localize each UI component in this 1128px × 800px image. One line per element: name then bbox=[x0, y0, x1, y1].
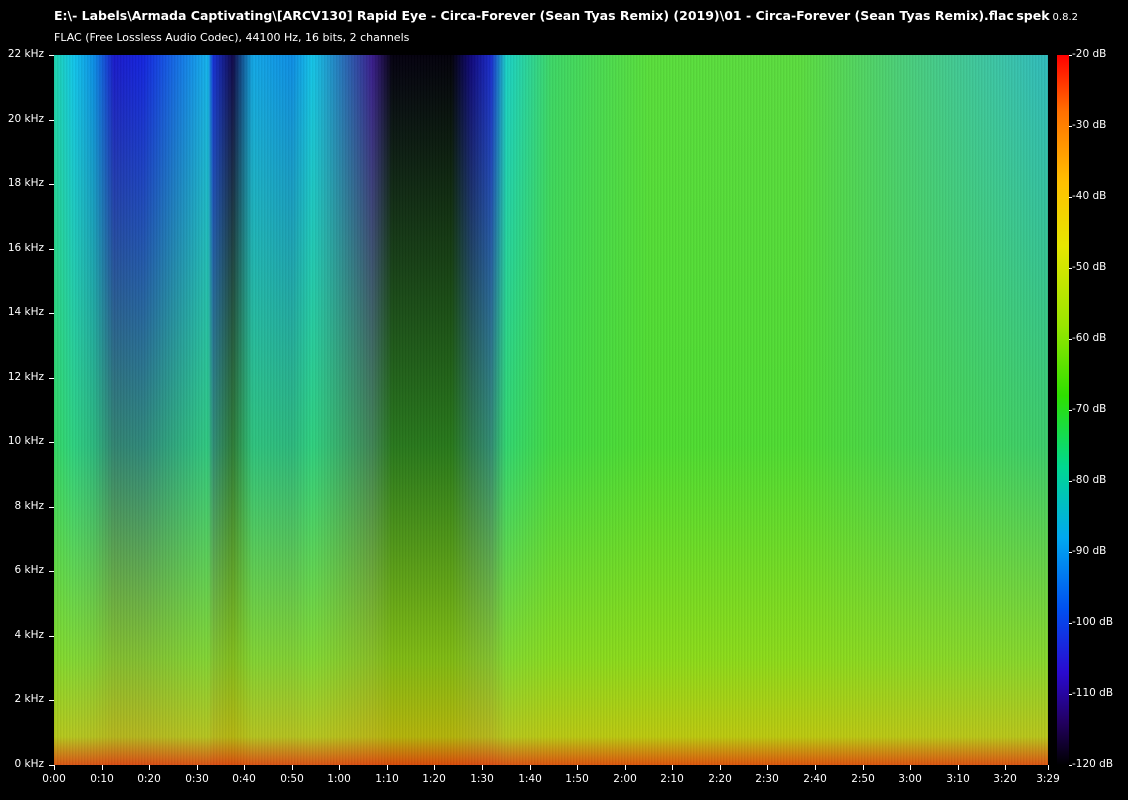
frequency-tick bbox=[49, 249, 54, 250]
file-info-label: FLAC (Free Lossless Audio Codec), 44100 … bbox=[54, 31, 410, 44]
time-tick bbox=[1005, 765, 1006, 770]
frequency-tick bbox=[49, 636, 54, 637]
frequency-tick-label: 18 kHz bbox=[7, 177, 44, 189]
frequency-tick bbox=[49, 442, 54, 443]
time-tick-label: 2:50 bbox=[851, 773, 875, 785]
time-tick bbox=[910, 765, 911, 770]
time-tick-label: 2:30 bbox=[755, 773, 779, 785]
level-tick-label: -80 dB bbox=[1072, 474, 1107, 486]
level-tick-label: -50 dB bbox=[1072, 261, 1107, 273]
frequency-tick bbox=[49, 700, 54, 701]
time-tick-label: 0:40 bbox=[232, 773, 256, 785]
time-tick bbox=[292, 765, 293, 770]
frequency-tick bbox=[49, 184, 54, 185]
time-tick-label: 3:29 bbox=[1036, 773, 1060, 785]
time-tick bbox=[767, 765, 768, 770]
frequency-tick-label: 16 kHz bbox=[7, 242, 44, 254]
level-tick-label: -120 dB bbox=[1072, 758, 1114, 770]
time-tick bbox=[387, 765, 388, 770]
time-tick-label: 2:40 bbox=[803, 773, 827, 785]
time-tick bbox=[530, 765, 531, 770]
time-tick-label: 0:50 bbox=[280, 773, 304, 785]
frequency-tick-label: 14 kHz bbox=[7, 306, 44, 318]
level-tick-label: -30 dB bbox=[1072, 119, 1107, 131]
time-tick-label: 0:00 bbox=[42, 773, 66, 785]
frequency-tick bbox=[49, 378, 54, 379]
frequency-tick-label: 22 kHz bbox=[7, 48, 44, 60]
time-tick-label: 1:10 bbox=[375, 773, 399, 785]
time-tick bbox=[54, 765, 55, 770]
time-tick bbox=[482, 765, 483, 770]
time-tick bbox=[149, 765, 150, 770]
time-tick bbox=[339, 765, 340, 770]
time-tick-label: 1:20 bbox=[422, 773, 446, 785]
time-tick-label: 1:40 bbox=[518, 773, 542, 785]
frequency-tick-label: 0 kHz bbox=[14, 758, 44, 770]
frequency-tick-label: 2 kHz bbox=[14, 693, 44, 705]
frequency-tick-label: 12 kHz bbox=[7, 371, 44, 383]
time-tick bbox=[625, 765, 626, 770]
time-tick-label: 3:00 bbox=[898, 773, 922, 785]
level-tick-label: -100 dB bbox=[1072, 616, 1114, 628]
time-tick-label: 1:00 bbox=[327, 773, 351, 785]
frequency-tick-label: 6 kHz bbox=[14, 564, 44, 576]
time-tick bbox=[720, 765, 721, 770]
time-tick bbox=[434, 765, 435, 770]
time-tick-label: 2:20 bbox=[708, 773, 732, 785]
frequency-tick bbox=[49, 120, 54, 121]
frequency-tick-label: 10 kHz bbox=[7, 435, 44, 447]
app-name: spek bbox=[1016, 8, 1050, 23]
file-path-title: E:\- Labels\Armada Captivating\[ARCV130]… bbox=[54, 8, 1014, 23]
time-tick-label: 0:30 bbox=[185, 773, 209, 785]
time-tick-label: 0:10 bbox=[90, 773, 114, 785]
time-tick-label: 2:00 bbox=[613, 773, 637, 785]
time-tick bbox=[197, 765, 198, 770]
spectrogram-plot bbox=[54, 55, 1048, 765]
time-tick bbox=[815, 765, 816, 770]
time-tick bbox=[1048, 765, 1049, 770]
time-tick bbox=[102, 765, 103, 770]
level-tick-label: -40 dB bbox=[1072, 190, 1107, 202]
time-tick-label: 0:20 bbox=[137, 773, 161, 785]
frequency-tick bbox=[49, 55, 54, 56]
time-tick bbox=[863, 765, 864, 770]
frequency-tick-label: 4 kHz bbox=[14, 629, 44, 641]
frequency-tick bbox=[49, 313, 54, 314]
frequency-tick bbox=[49, 571, 54, 572]
frequency-tick bbox=[49, 507, 54, 508]
level-tick-label: -20 dB bbox=[1072, 48, 1107, 60]
time-tick-label: 1:30 bbox=[470, 773, 494, 785]
time-tick-label: 2:10 bbox=[660, 773, 684, 785]
level-tick-label: -90 dB bbox=[1072, 545, 1107, 557]
app-name-label: spek 0.8.2 bbox=[1016, 8, 1078, 23]
level-tick-label: -70 dB bbox=[1072, 403, 1107, 415]
time-tick bbox=[672, 765, 673, 770]
level-tick-label: -110 dB bbox=[1072, 687, 1114, 699]
time-tick bbox=[244, 765, 245, 770]
frequency-tick-label: 20 kHz bbox=[7, 113, 44, 125]
time-tick-label: 3:20 bbox=[993, 773, 1017, 785]
time-tick bbox=[577, 765, 578, 770]
level-color-scale bbox=[1057, 55, 1069, 765]
time-tick bbox=[958, 765, 959, 770]
time-tick-label: 3:10 bbox=[946, 773, 970, 785]
time-tick-label: 1:50 bbox=[565, 773, 589, 785]
frequency-tick-label: 8 kHz bbox=[14, 500, 44, 512]
level-tick-label: -60 dB bbox=[1072, 332, 1107, 344]
app-version: 0.8.2 bbox=[1052, 12, 1078, 23]
spectrogram-texture bbox=[54, 55, 1048, 765]
